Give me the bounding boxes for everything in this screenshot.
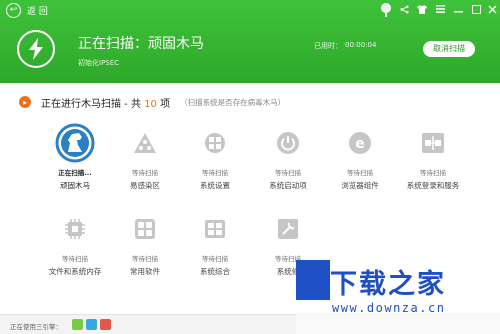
- back-label: 返 回: [27, 7, 48, 17]
- scan-status-icon: ▸: [19, 96, 31, 108]
- scan-header: ↩ 返 回 正在扫描：顽固木马 初始化IPSEC 已用时： 00:00:04 取…: [0, 0, 500, 83]
- network-service-icon: [412, 122, 454, 164]
- power-icon: [267, 122, 309, 164]
- menu-icon[interactable]: [433, 2, 447, 16]
- minimize-icon[interactable]: [451, 2, 465, 16]
- windows-logo-icon: [194, 208, 236, 250]
- close-icon[interactable]: [485, 2, 499, 16]
- shirt-skin-icon[interactable]: [415, 2, 429, 16]
- watermark-logo-icon: [296, 260, 330, 300]
- share-icon[interactable]: [397, 2, 411, 16]
- lightning-icon: [17, 30, 55, 68]
- engine-qvm-icon[interactable]: [86, 319, 97, 330]
- elapsed-value: 00:00:04: [345, 41, 377, 49]
- repair-icon: [267, 208, 309, 250]
- scan-status-text: 正在进行木马扫描 - 共 10 项: [41, 98, 171, 110]
- engine-label: 正在使用三引擎：: [10, 323, 62, 331]
- svg-text:e: e: [355, 136, 365, 152]
- scan-item-browser-components: e 等待扫描 浏览器组件: [325, 122, 395, 191]
- scan-item-stubborn-trojan: 正在扫描... 顽固木马: [40, 122, 110, 191]
- scan-item-startup-items: 等待扫描 系统启动项: [253, 122, 323, 191]
- elapsed-label: 已用时：: [314, 42, 342, 50]
- software-grid-icon: [124, 208, 166, 250]
- scan-item-common-software: 等待扫描 常用软件: [110, 208, 180, 277]
- title-bar: ↩ 返 回: [0, 0, 500, 20]
- scan-status-row: ▸ 正在进行木马扫描 - 共 10 项 （扫描系统是否存在病毒木马）: [19, 95, 286, 110]
- back-arrow-icon: ↩: [6, 3, 21, 18]
- watermark-text: 下载之家: [330, 269, 446, 300]
- scan-item-system-settings: 等待扫描 系统设置: [180, 122, 250, 191]
- memory-chip-icon: [54, 208, 96, 250]
- engine-bitdefender-icon[interactable]: [100, 319, 111, 330]
- scan-title: 正在扫描：顽固木马: [78, 36, 204, 52]
- watermark-url: www.downza.cn: [332, 301, 446, 315]
- cancel-scan-button[interactable]: 取消扫描: [423, 41, 475, 57]
- engine-cloud-icon[interactable]: [72, 319, 83, 330]
- item-count: 10: [144, 98, 157, 110]
- balloon-string: [385, 12, 387, 17]
- back-button[interactable]: ↩ 返 回: [6, 3, 48, 18]
- browser-e-icon: e: [339, 122, 381, 164]
- scan-subtitle: 初始化IPSEC: [78, 59, 120, 67]
- scan-item-login-services: 等待扫描 系统登录和服务: [398, 122, 468, 191]
- horse-icon: [54, 122, 96, 164]
- scan-item-system-general: 等待扫描 系统综合: [180, 208, 250, 277]
- windows-gear-icon: [194, 122, 236, 164]
- scan-item-susceptible-area: 等待扫描 易感染区: [110, 122, 180, 191]
- scan-status-hint: （扫描系统是否存在病毒木马）: [180, 97, 286, 107]
- scan-item-files-memory: 等待扫描 文件和系统内存: [40, 208, 110, 277]
- maximize-icon[interactable]: [469, 2, 483, 16]
- warning-triangle-icon: [124, 122, 166, 164]
